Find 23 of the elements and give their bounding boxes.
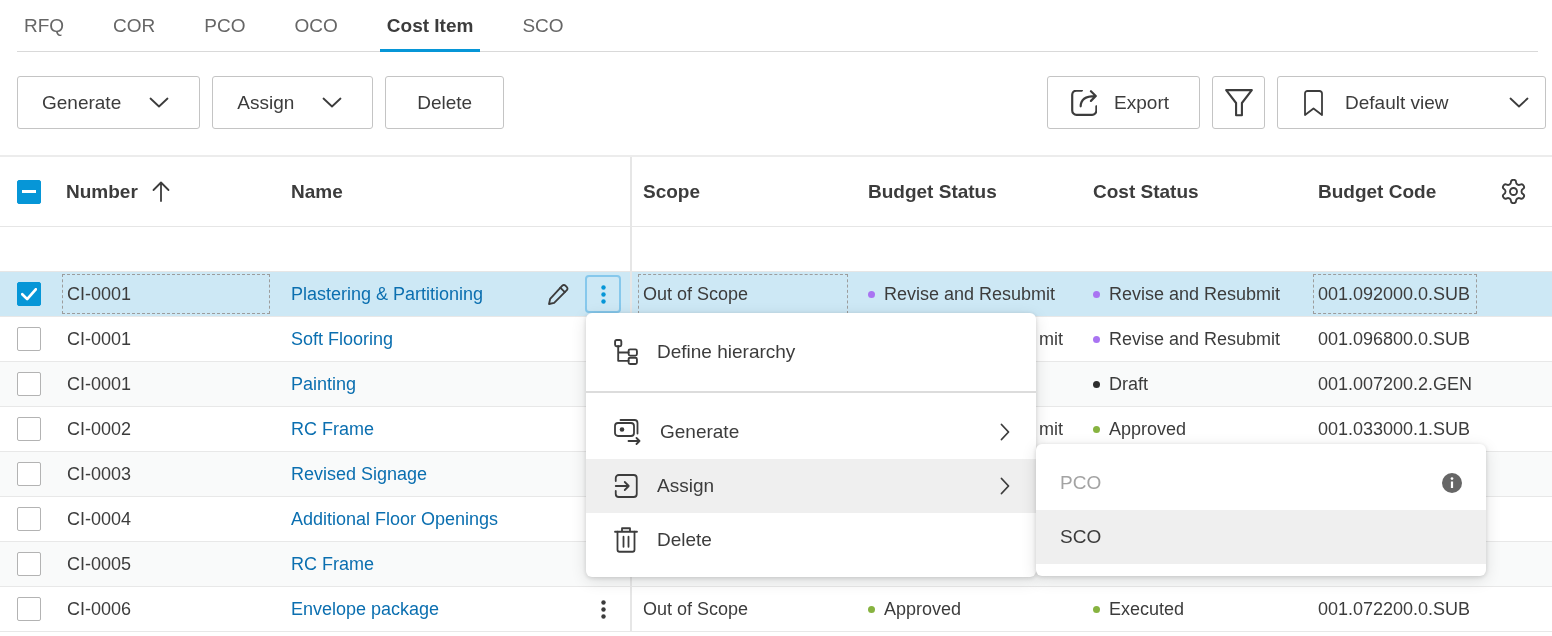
budget-code-cell: 001.092000.0.SUB [1313,274,1477,314]
number-cell: CI-0006 [67,598,132,620]
status-text: Draft [1109,373,1148,395]
status-text: mit [1039,328,1063,350]
number-cell: CI-0005 [67,553,132,575]
number-cell: CI-0001 [67,328,132,350]
number-cell: CI-0004 [67,508,132,530]
number-cell: CI-0001 [67,373,132,395]
status-text: Approved [1109,418,1187,440]
scope-cell: Out of Scope [643,598,749,620]
budget-code-cell: 001.096800.0.SUB [1318,328,1471,350]
number-cell: CI-0002 [67,418,132,440]
status-text: Approved [884,598,962,620]
number-cell: CI-0003 [67,463,132,485]
number-cell: CI-0001 [62,274,270,314]
budget-code-cell: 001.072200.0.SUB [1318,598,1471,620]
status-text: Revise and Resubmit [884,283,1056,305]
budget-code-cell: 001.033000.1.SUB [1318,418,1471,440]
status-text: mit [1039,418,1063,440]
status-text: Revise and Resubmit [1109,283,1281,305]
budget-code-cell: 001.007200.2.GEN [1318,373,1473,395]
status-text: Revise and Resubmit [1109,328,1281,350]
status-text: Executed [1109,598,1185,620]
